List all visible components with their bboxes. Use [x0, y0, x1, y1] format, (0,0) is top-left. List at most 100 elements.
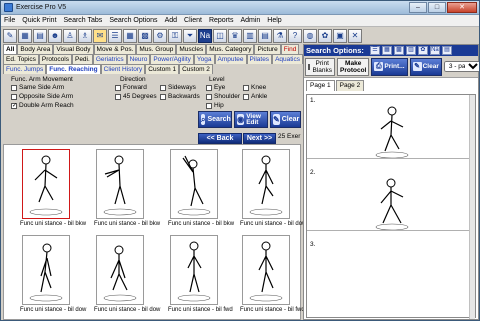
- tab-pedi[interactable]: Pedi.: [71, 54, 93, 64]
- tab-pilates[interactable]: Pilates: [246, 54, 273, 64]
- tab-mus-group[interactable]: Mus. Group: [136, 44, 177, 54]
- menu-admin[interactable]: Admin: [240, 17, 260, 24]
- tab-yoga[interactable]: Yoga: [193, 54, 215, 64]
- print-button[interactable]: ⎙ Print...: [371, 57, 408, 76]
- pencil-icon[interactable]: ✎: [3, 29, 17, 43]
- exercise-thumbnail[interactable]: [242, 235, 290, 305]
- tab-all[interactable]: All: [3, 44, 18, 54]
- key-icon[interactable]: ⚿: [168, 29, 182, 43]
- menu-reports[interactable]: Reports: [209, 17, 234, 24]
- checkbox-ankle[interactable]: Ankle: [243, 93, 267, 100]
- list-icon[interactable]: ☰: [108, 29, 122, 43]
- ribbon-icon[interactable]: ✿: [318, 29, 332, 43]
- tab-aquatics[interactable]: Aquatics: [272, 54, 303, 64]
- tab-custom-1[interactable]: Custom 1: [145, 64, 180, 74]
- checkbox-eye[interactable]: Eye: [206, 84, 225, 91]
- tab-amputee[interactable]: Amputee: [214, 54, 247, 64]
- checkbox-box[interactable]: [11, 93, 17, 100]
- tab-move-pos[interactable]: Move & Pos.: [93, 44, 137, 54]
- view-edit-button[interactable]: ◉ View Edit: [234, 111, 268, 128]
- filter-icon[interactable]: ⏷: [183, 29, 197, 43]
- clear-options-button[interactable]: ✎ Clear: [409, 57, 442, 76]
- list-view-icon[interactable]: ☰: [369, 46, 380, 55]
- exercise-thumbnail[interactable]: [96, 149, 144, 219]
- grid-large-icon[interactable]: ▩: [138, 29, 152, 43]
- checkbox-double-arm-reach[interactable]: ✓ Double Arm Reach: [11, 102, 74, 109]
- close-button[interactable]: ✕: [447, 2, 477, 13]
- person-arms-icon[interactable]: ♙: [63, 29, 77, 43]
- flask-icon[interactable]: ⚗: [273, 29, 287, 43]
- close-tool-icon[interactable]: ✕: [348, 29, 362, 43]
- maximize-button[interactable]: □: [428, 2, 446, 13]
- protocol-slot[interactable]: 2.: [307, 167, 475, 231]
- menu-search-options[interactable]: Search Options: [109, 17, 157, 24]
- exercise-thumbnail[interactable]: [22, 235, 70, 305]
- exercise-card[interactable]: Func uni stance - bil bkw: [20, 149, 86, 231]
- next-button[interactable]: Next >>: [243, 133, 276, 144]
- clear-button[interactable]: ✎ Clear: [270, 111, 301, 128]
- checkbox-knee[interactable]: Knee: [243, 84, 266, 91]
- exercise-thumbnail[interactable]: [170, 149, 218, 219]
- tab-visual-body[interactable]: Visual Body: [53, 44, 94, 54]
- exercise-thumbnail[interactable]: [170, 235, 218, 305]
- checkbox-forward[interactable]: Forward: [115, 84, 147, 91]
- gift-icon[interactable]: ▣: [333, 29, 347, 43]
- language-icon[interactable]: Nа: [198, 29, 212, 43]
- grid-icon[interactable]: ▦: [123, 29, 137, 43]
- large-grid-icon[interactable]: ▩: [393, 46, 404, 55]
- page-layout-select[interactable]: 3 - page: [443, 61, 479, 72]
- print-blanks-checkbox[interactable]: Print Blanks: [305, 57, 335, 76]
- tab-picture[interactable]: Picture: [254, 44, 281, 54]
- cap-icon[interactable]: ♛: [228, 29, 242, 43]
- grid-view-icon[interactable]: ▦: [381, 46, 392, 55]
- back-button[interactable]: << Back: [198, 133, 242, 144]
- checkbox-opposite-side-arm[interactable]: Opposite Side Arm: [11, 93, 73, 100]
- checkbox-shoulder[interactable]: Shoulder: [206, 93, 240, 100]
- tab-custom-2[interactable]: Custom 2: [179, 64, 213, 74]
- checkbox-same-side-arm[interactable]: Same Side Arm: [11, 84, 64, 91]
- tab-geriatrics[interactable]: Geriatrics: [92, 54, 127, 64]
- checkbox-box-checked[interactable]: ✓: [11, 102, 17, 109]
- menu-file[interactable]: File: [4, 17, 15, 24]
- checkbox-45-degrees[interactable]: 45 Degrees: [115, 93, 157, 100]
- exercise-card[interactable]: Func uni stance - bil dow: [20, 235, 86, 317]
- tab-find[interactable]: Find: [280, 44, 300, 54]
- tab-client-history[interactable]: Client History: [100, 64, 146, 74]
- exercise-card[interactable]: Func uni stance - bil bkw: [168, 149, 234, 231]
- globe-icon[interactable]: ◍: [303, 29, 317, 43]
- checkbox-sideways[interactable]: Sideways: [160, 84, 196, 91]
- tab-muscles[interactable]: Muscles: [176, 44, 207, 54]
- tab-power-agility[interactable]: Power/Agility: [150, 54, 194, 64]
- person-reach-icon[interactable]: ♗: [78, 29, 92, 43]
- checkbox-box[interactable]: [11, 84, 17, 91]
- checkbox-box[interactable]: [308, 63, 311, 70]
- menu-help[interactable]: Help: [267, 17, 281, 24]
- tab-ed-topics[interactable]: Ed. Topics: [3, 54, 39, 64]
- layout-icon[interactable]: ▥: [243, 29, 257, 43]
- language-icon[interactable]: Nа: [429, 46, 440, 55]
- checkbox-backwards[interactable]: Backwards: [160, 93, 200, 100]
- menu-search-tabs[interactable]: Search Tabs: [64, 17, 103, 24]
- notes-icon[interactable]: ✉: [93, 29, 107, 43]
- exercise-thumbnail[interactable]: [96, 235, 144, 305]
- book-open-icon[interactable]: ◫: [213, 29, 227, 43]
- exercise-thumbnail[interactable]: [22, 149, 70, 219]
- exercise-card[interactable]: Func uni stance - bil fwd: [240, 235, 305, 317]
- layout-alt-icon[interactable]: ▤: [258, 29, 272, 43]
- exercise-card[interactable]: Func uni stance - bil dow: [94, 235, 160, 317]
- help-icon[interactable]: ?: [288, 29, 302, 43]
- sheet-scrollbar[interactable]: [469, 95, 475, 319]
- menu-add[interactable]: Add: [165, 17, 177, 24]
- tab-neuro[interactable]: Neuro: [126, 54, 151, 64]
- person-icon[interactable]: ☻: [48, 29, 62, 43]
- menu-client[interactable]: Client: [184, 17, 202, 24]
- exercise-card[interactable]: Func uni stance - bil fwd: [168, 235, 233, 317]
- book-icon[interactable]: ▤: [33, 29, 47, 43]
- tab-page-2[interactable]: Page 2: [335, 80, 365, 91]
- protocol-slot[interactable]: 1.: [307, 95, 475, 159]
- make-protocol-button[interactable]: Make Protocol: [337, 57, 370, 76]
- layout-icon[interactable]: ▥: [405, 46, 416, 55]
- menu-quick-print[interactable]: Quick Print: [22, 17, 56, 24]
- protocol-slot[interactable]: 3.: [307, 239, 475, 303]
- tab-func-reaching[interactable]: Func. Reaching: [46, 64, 101, 74]
